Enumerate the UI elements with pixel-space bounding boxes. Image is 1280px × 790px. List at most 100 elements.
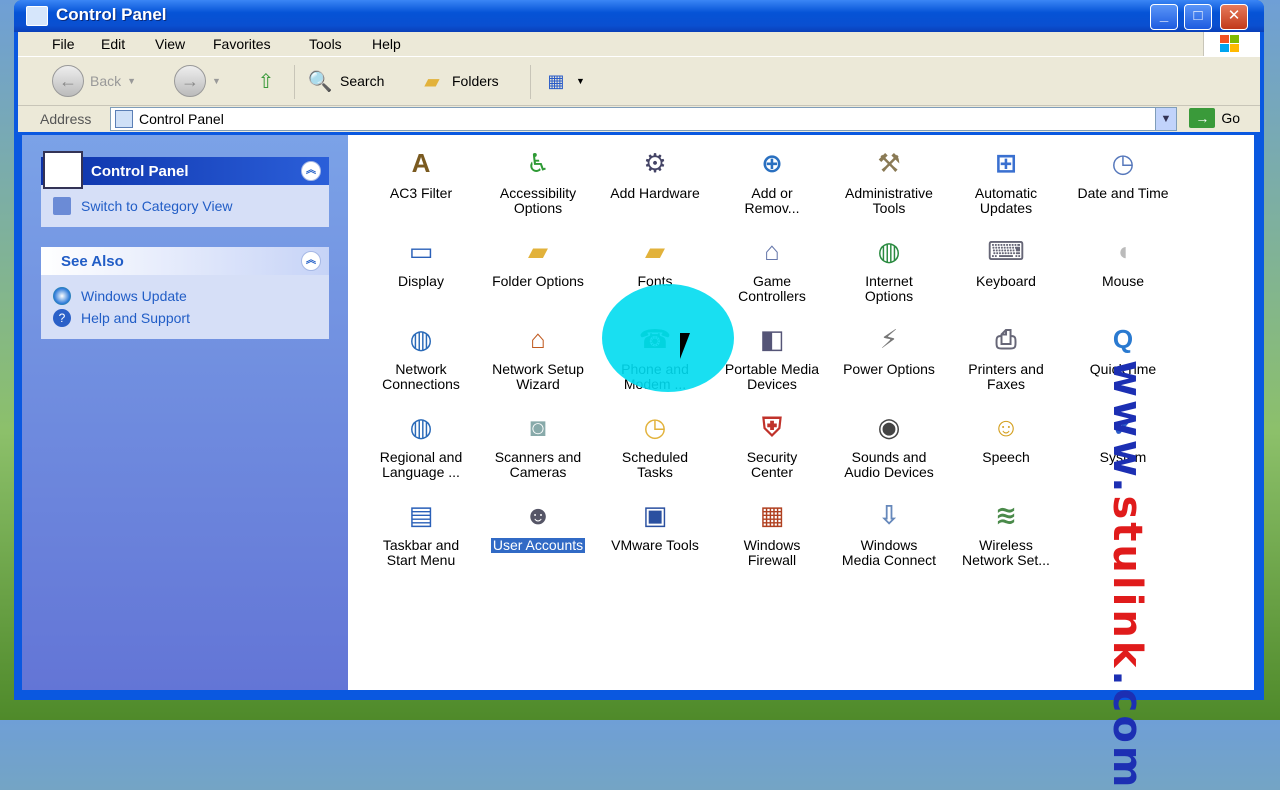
cp-item-keyboard[interactable]: ⌨ Keyboard [948, 231, 1064, 289]
switch-category-label: Switch to Category View [81, 198, 233, 214]
cp-item-mouse[interactable]: ◖ Mouse [1065, 231, 1181, 289]
cp-item-regional-and-language[interactable]: ◍ Regional and Language ... [363, 407, 479, 480]
cp-item-scheduled-tasks[interactable]: ◷ Scheduled Tasks [597, 407, 713, 480]
network-connections-icon: ◍ [409, 323, 433, 354]
cp-item-label: Add or [751, 185, 793, 201]
panel-title: Control Panel [91, 163, 189, 180]
cp-item-label: Updates [979, 200, 1033, 216]
cp-item-date-and-time[interactable]: ◷ Date and Time [1065, 143, 1181, 201]
menu-bar: File Edit View Favorites Tools Help [18, 32, 1260, 57]
windows-update-link[interactable]: Windows Update [53, 287, 317, 305]
toolbar-separator [294, 65, 295, 99]
cp-item-sounds-and-audio[interactable]: ◉ Sounds and Audio Devices [831, 407, 947, 480]
address-dropdown-icon[interactable]: ▼ [1155, 108, 1176, 130]
maximize-button[interactable]: □ [1184, 4, 1212, 30]
go-arrow-icon: → [1189, 108, 1216, 128]
cp-item-power-options[interactable]: ⚡ Power Options [831, 319, 947, 377]
cp-item-taskbar-and-start-menu[interactable]: ▤ Taskbar and Start Menu [363, 495, 479, 568]
cp-item-folder-options[interactable]: ▰ Folder Options [480, 231, 596, 289]
menu-tools[interactable]: Tools [309, 36, 342, 52]
cp-item-label: Windows [860, 537, 918, 553]
collapse-chevron-icon[interactable]: ︽ [301, 251, 321, 271]
switch-category-view-link[interactable]: Switch to Category View [53, 197, 317, 215]
cp-item-internet-options[interactable]: ◍ Internet Options [831, 231, 947, 304]
cp-item-security-center[interactable]: ⛨ Security Center [714, 407, 830, 480]
security-center-icon: ⛨ [762, 411, 782, 442]
minimize-button[interactable]: _ [1150, 4, 1178, 30]
cp-item-network-connections[interactable]: ◍ Network Connections [363, 319, 479, 392]
cp-item-display[interactable]: ▭ Display [363, 231, 479, 289]
address-value: Control Panel [139, 111, 224, 127]
forward-button[interactable]: → ▼ [174, 65, 221, 97]
cp-item-ac3-filter[interactable]: A AC3 Filter [363, 143, 479, 201]
quicktime-icon: Q [1112, 323, 1134, 354]
address-bar: Address Control Panel ▼ → Go [18, 106, 1260, 132]
cp-item-label: Network Set... [962, 552, 1050, 568]
up-arrow-icon: ⇧ [257, 70, 275, 93]
cp-item-game-controllers[interactable]: ⌂ Game Controllers [714, 231, 830, 304]
cp-item-label: Wireless [979, 537, 1033, 553]
cp-item-network-setup-wizard[interactable]: ⌂ Network Setup Wizard [480, 319, 596, 392]
address-field[interactable]: Control Panel ▼ [110, 107, 1177, 131]
menu-favorites[interactable]: Favorites [213, 36, 271, 52]
cp-item-administrative-tools[interactable]: ⚒ Administrative Tools [831, 143, 947, 216]
windows-media-connect-icon: ⇩ [878, 499, 900, 530]
cp-item-user-accounts[interactable]: ☻ User Accounts [480, 495, 596, 553]
collapse-chevron-icon[interactable]: ︽ [301, 161, 321, 181]
folders-button[interactable]: ▰ Folders [418, 65, 499, 97]
search-button[interactable]: 🔍 Search [306, 65, 385, 97]
cp-item-fonts[interactable]: ▰ Fonts [597, 231, 713, 289]
back-arrow-icon: ← [52, 65, 84, 97]
cp-item-label: Speech [982, 449, 1030, 465]
cp-item-windows-media-connect[interactable]: ⇩ Windows Media Connect [831, 495, 947, 568]
cp-item-label: Date and Time [1077, 185, 1169, 201]
cp-item-automatic-updates[interactable]: ⊞ Automatic Updates [948, 143, 1064, 216]
windows-flag-icon [1220, 35, 1239, 52]
watermark-suffix: .com [1104, 670, 1150, 790]
cp-item-label: Controllers [738, 288, 806, 304]
cp-item-speech[interactable]: ☺ Speech [948, 407, 1064, 465]
control-panel-small-icon [115, 110, 133, 128]
cp-item-wireless-network-setup[interactable]: ≋ Wireless Network Set... [948, 495, 1064, 568]
cp-item-label: Printers and [968, 361, 1044, 377]
control-panel-panel: Control Panel ︽ Switch to Category View [41, 151, 329, 227]
folders-label: Folders [452, 73, 499, 89]
cp-item-printers-and-faxes[interactable]: ⎙ Printers and Faxes [948, 319, 1064, 392]
cp-item-add-remove-programs[interactable]: ⊕ Add or Remov... [714, 143, 830, 216]
add-hardware-icon: ⚙ [643, 147, 667, 178]
cp-item-label: Faxes [986, 376, 1026, 392]
sounds-and-audio-icon: ◉ [877, 411, 901, 442]
help-support-link[interactable]: ? Help and Support [53, 309, 317, 327]
menu-help[interactable]: Help [372, 36, 401, 52]
windows-update-icon [53, 287, 71, 305]
views-button[interactable]: ▦ ▼ [542, 65, 584, 97]
add-remove-programs-icon: ⊕ [761, 147, 783, 178]
back-dropdown-icon[interactable]: ▼ [127, 76, 136, 86]
see-also-body: Windows Update ? Help and Support [41, 275, 329, 339]
cp-item-add-hardware[interactable]: ⚙ Add Hardware [597, 143, 713, 201]
scanners-and-cameras-icon: ◙ [530, 411, 546, 442]
menu-edit[interactable]: Edit [101, 36, 125, 52]
cp-item-label: Language ... [382, 464, 460, 480]
close-button[interactable]: ✕ [1220, 4, 1248, 30]
see-also-header[interactable]: See Also ︽ [41, 247, 329, 275]
cp-item-accessibility-options[interactable]: ♿ Accessibility Options [480, 143, 596, 216]
cp-item-label: Audio Devices [844, 464, 934, 480]
menu-view[interactable]: View [155, 36, 185, 52]
fonts-icon: ▰ [645, 235, 665, 266]
cp-item-label: Folder Options [492, 273, 584, 289]
cp-item-label: Add Hardware [610, 185, 700, 201]
menu-file[interactable]: File [52, 36, 75, 52]
go-button[interactable]: → Go [1189, 108, 1240, 128]
back-button[interactable]: ← Back ▼ [52, 65, 136, 97]
vmware-tools-icon: ▣ [642, 499, 668, 530]
title-bar[interactable]: Control Panel _ □ ✕ [14, 0, 1264, 32]
cursor-highlight [602, 284, 734, 392]
cp-item-windows-firewall[interactable]: ▦ Windows Firewall [714, 495, 830, 568]
cp-item-scanners-and-cameras[interactable]: ◙ Scanners and Cameras [480, 407, 596, 480]
forward-dropdown-icon[interactable]: ▼ [212, 76, 221, 86]
up-folder-button[interactable]: ⇧ [252, 65, 280, 97]
control-panel-panel-header[interactable]: Control Panel ︽ [41, 151, 329, 189]
cp-item-vmware-tools[interactable]: ▣ VMware Tools [597, 495, 713, 553]
cp-item-label: Network Setup [492, 361, 584, 377]
